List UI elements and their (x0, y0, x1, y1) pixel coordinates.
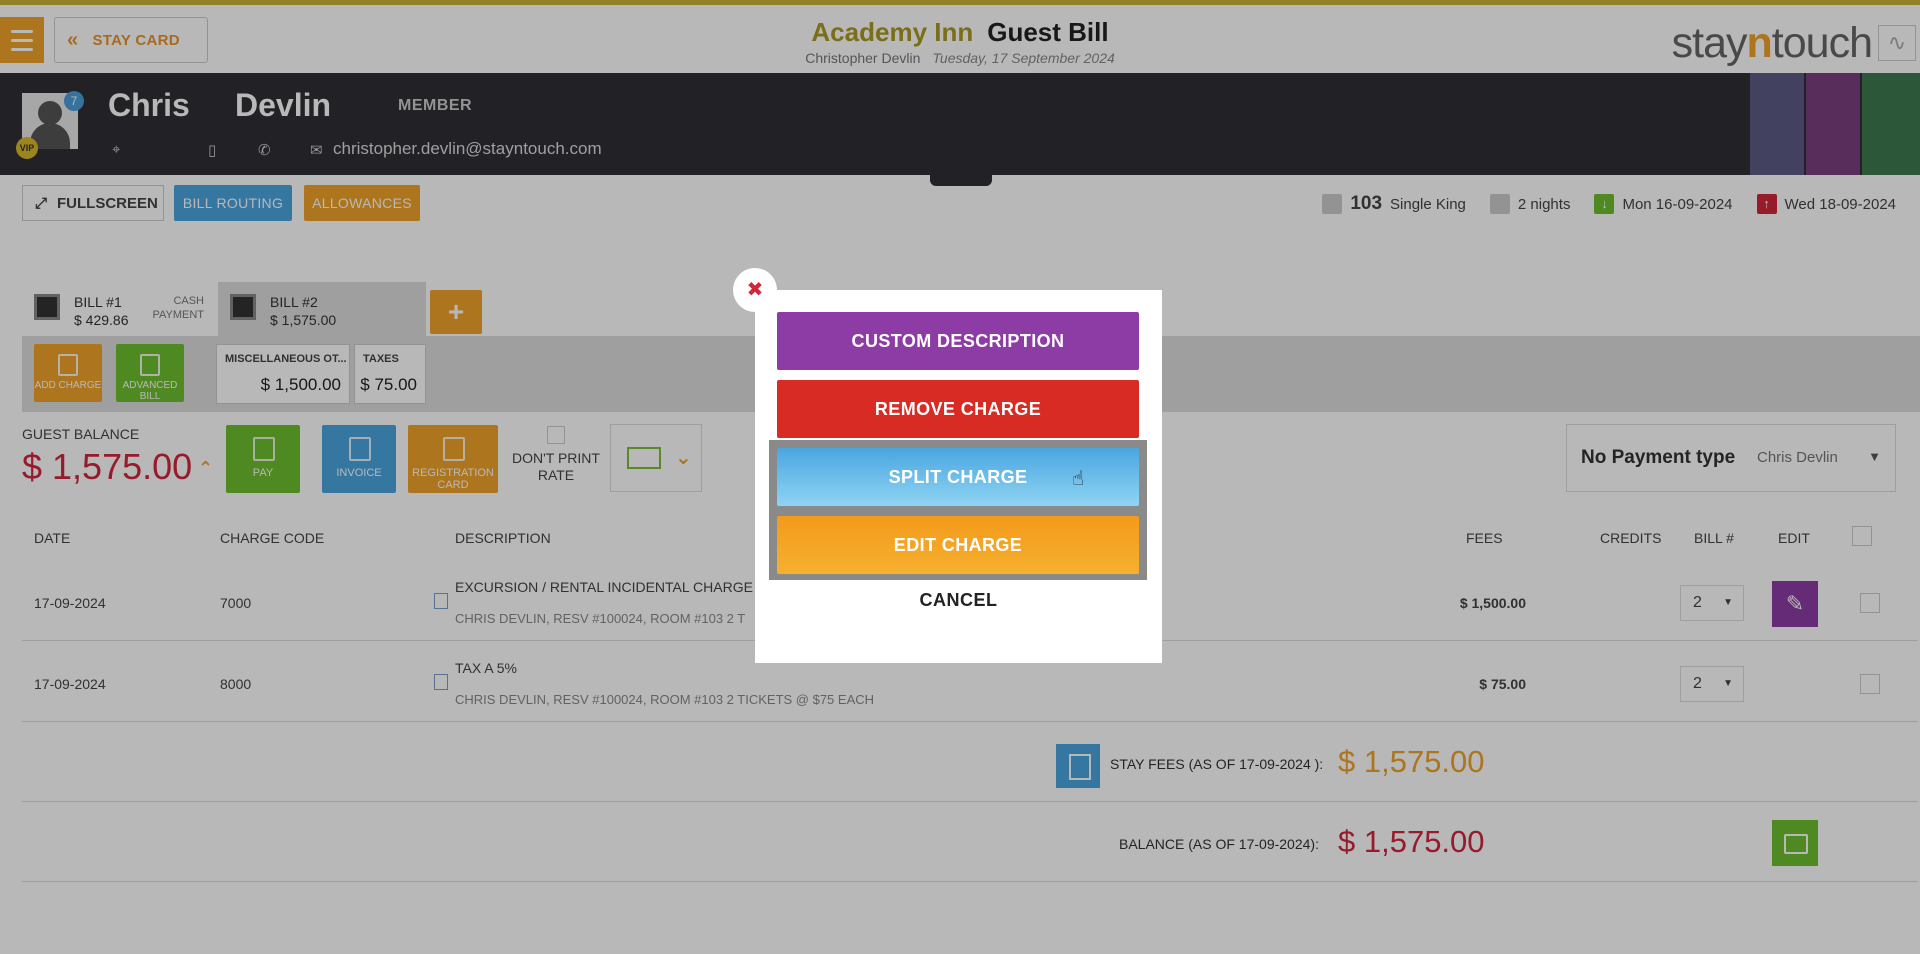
custom-description-button[interactable]: CUSTOM DESCRIPTION (777, 312, 1139, 370)
charge-actions-dialog: CUSTOM DESCRIPTION REMOVE CHARGE SPLIT C… (755, 290, 1162, 663)
edit-charge-modal-button[interactable]: EDIT CHARGE (777, 516, 1139, 574)
close-icon[interactable]: ✖ (733, 268, 777, 312)
cancel-button[interactable]: CANCEL (755, 590, 1162, 611)
split-charge-button[interactable]: SPLIT CHARGE (777, 448, 1139, 506)
remove-charge-button[interactable]: REMOVE CHARGE (777, 380, 1139, 438)
hand-cursor-icon: ☝ (1072, 468, 1085, 490)
